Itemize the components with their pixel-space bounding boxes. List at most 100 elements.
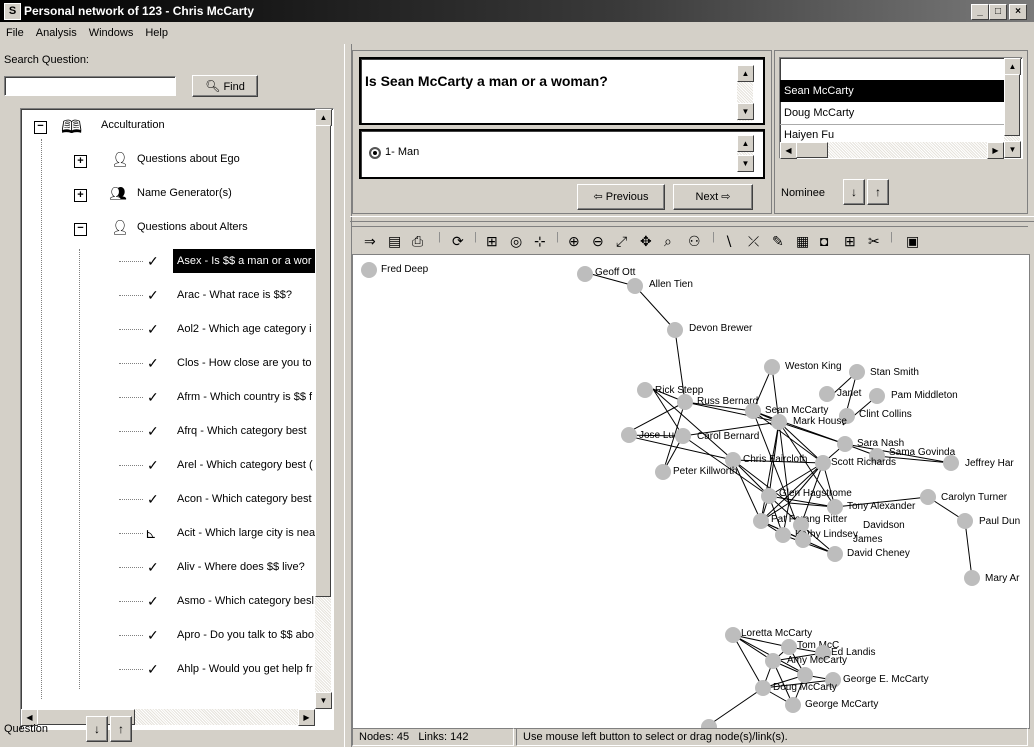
zoom-in-icon[interactable]: ⊕ <box>568 233 580 250</box>
up-arrow-icon[interactable]: ↑ <box>110 716 132 742</box>
minus-icon[interactable]: − <box>74 223 87 236</box>
close-button[interactable]: × <box>1009 4 1027 20</box>
network-node[interactable] <box>764 359 780 375</box>
print-icon[interactable]: ⎙ <box>412 233 423 250</box>
nominee-item[interactable]: Doug McCarty <box>780 102 1004 125</box>
search-input[interactable] <box>4 76 176 96</box>
question-vscroll[interactable]: ▲ ▼ <box>737 65 754 121</box>
plus-icon[interactable]: + <box>74 189 87 202</box>
tree-group-alters[interactable]: − 👤︎ Questions about Alters <box>21 211 315 245</box>
answer-box[interactable]: 1- Man ▲ ▼ <box>359 129 765 179</box>
answer-vscroll[interactable]: ▲ ▼ <box>737 135 754 172</box>
edit-icon[interactable]: ✎ <box>772 233 784 250</box>
nominee-vscroll[interactable]: ▲ ▼ <box>1004 58 1021 158</box>
network-node[interactable] <box>957 513 973 529</box>
tree-item[interactable]: ✓ Aol2 - Which age category i <box>21 313 315 347</box>
network-node[interactable] <box>943 455 959 471</box>
scroll-left-icon[interactable]: ◀ <box>780 142 797 159</box>
tree-item[interactable]: ✓ Afrq - Which category best <box>21 415 315 449</box>
fit-icon[interactable]: ⤢ <box>616 233 627 250</box>
network-node[interactable] <box>781 639 797 655</box>
nominee-list[interactable]: Sean McCarty Doug McCarty Haiyen Fu ▲ ▼ … <box>779 57 1023 159</box>
question-text-box[interactable]: Is Sean McCarty a man or a woman? ▲ ▼ <box>359 57 765 125</box>
graph-icon[interactable]: ⊹ <box>534 233 546 250</box>
maximize-button[interactable]: □ <box>989 4 1007 20</box>
scroll-right-icon[interactable]: ▶ <box>987 142 1004 159</box>
tree-item[interactable]: ✓ Ahlp - Would you get help fr <box>21 653 315 687</box>
export-image-icon[interactable]: ▣ <box>906 233 919 250</box>
scroll-down-icon[interactable]: ▼ <box>737 155 754 172</box>
network-node[interactable] <box>869 388 885 404</box>
tree-item[interactable]: ✓ Apro - Do you talk to $$ abo <box>21 619 315 653</box>
tree-item[interactable]: ✓ Afrm - Which country is $$ f <box>21 381 315 415</box>
tree-item[interactable]: ✓ Arac - What race is $$? <box>21 279 315 313</box>
menu-analysis[interactable]: Analysis <box>30 24 83 39</box>
next-button[interactable]: Next ⇨ <box>673 184 753 210</box>
network-node[interactable] <box>827 499 843 515</box>
network-node[interactable] <box>725 627 741 643</box>
hscroll-thumb[interactable] <box>796 142 828 158</box>
scroll-up-icon[interactable]: ▲ <box>1004 58 1021 75</box>
nominee-hscroll[interactable]: ◀ ▶ <box>780 142 1004 159</box>
network-node[interactable] <box>819 386 835 402</box>
nominee-item[interactable]: Sean McCarty <box>780 80 1004 102</box>
network-node[interactable] <box>753 513 769 529</box>
scroll-down-icon[interactable]: ▼ <box>1004 141 1021 158</box>
scroll-down-icon[interactable]: ▼ <box>315 692 332 709</box>
up-arrow-icon[interactable]: ↑ <box>867 179 889 205</box>
find-icon[interactable]: ⌕ <box>664 233 672 250</box>
network-node[interactable] <box>755 680 771 696</box>
tree-hscroll[interactable]: ◀ ▶ <box>21 709 315 726</box>
network-node[interactable] <box>785 697 801 713</box>
network-node[interactable] <box>627 278 643 294</box>
tree-item[interactable]: ✓ Asex - Is $$ a man or a wor <box>21 245 317 279</box>
tree-item[interactable]: ✓ Acon - Which category best <box>21 483 315 517</box>
minimize-button[interactable]: _ <box>971 4 989 20</box>
network-node[interactable] <box>677 394 693 410</box>
network-node[interactable] <box>765 653 781 669</box>
scroll-right-icon[interactable]: ▶ <box>298 709 315 726</box>
tree-group-ego[interactable]: + 👤︎ Questions about Ego <box>21 143 315 177</box>
line-icon[interactable]: ∖ <box>724 233 733 250</box>
network-node[interactable] <box>361 262 377 278</box>
zoom-out-icon[interactable]: ⊖ <box>592 233 604 250</box>
network-node[interactable] <box>827 546 843 562</box>
refresh-icon[interactable]: ⟳ <box>452 233 464 250</box>
network-node[interactable] <box>761 488 777 504</box>
minus-icon[interactable]: − <box>34 121 47 134</box>
tree-vscroll[interactable]: ▲ ▼ <box>315 109 332 709</box>
previous-button[interactable]: ⇦ Previous <box>577 184 665 210</box>
scroll-up-icon[interactable]: ▲ <box>737 135 754 152</box>
link-icon[interactable]: ⤫ <box>748 233 759 250</box>
network-node[interactable] <box>621 427 637 443</box>
circle-layout-icon[interactable]: ◎ <box>510 233 522 250</box>
radio-selected-icon[interactable] <box>369 147 381 159</box>
network-node[interactable] <box>745 403 761 419</box>
network-node[interactable] <box>771 414 787 430</box>
tree-item[interactable]: ✓ Asmo - Which category besl <box>21 585 315 619</box>
down-arrow-icon[interactable]: ↓ <box>843 179 865 205</box>
save-icon[interactable]: ▤ <box>388 233 401 250</box>
network-node[interactable] <box>797 667 813 683</box>
menu-help[interactable]: Help <box>139 24 174 39</box>
tree-item[interactable]: ✓ Aliv - Where does $$ live? <box>21 551 315 585</box>
network-node[interactable] <box>577 266 593 282</box>
network-node[interactable] <box>775 527 791 543</box>
network-node[interactable] <box>815 455 831 471</box>
down-arrow-icon[interactable]: ↓ <box>86 716 108 742</box>
menu-windows[interactable]: Windows <box>83 24 140 39</box>
tree-item[interactable]: ⊾ Acit - Which large city is nea <box>21 517 315 551</box>
scroll-up-icon[interactable]: ▲ <box>737 65 754 82</box>
scroll-up-icon[interactable]: ▲ <box>315 109 332 126</box>
network-node[interactable] <box>849 364 865 380</box>
table-icon[interactable]: ▦ <box>796 233 809 250</box>
tree-group-name-generators[interactable]: + 👥︎ Name Generator(s) <box>21 177 315 211</box>
network-node[interactable] <box>837 436 853 452</box>
network-node[interactable] <box>675 428 691 444</box>
cut-icon[interactable]: ✂ <box>868 233 880 250</box>
network-node[interactable] <box>795 532 811 548</box>
pan-icon[interactable]: ✥ <box>640 233 652 250</box>
find-button[interactable]: 🔍︎ Find <box>192 75 258 97</box>
vertical-splitter[interactable] <box>344 44 352 747</box>
tree-item[interactable]: ✓ Clos - How close are you to <box>21 347 315 381</box>
